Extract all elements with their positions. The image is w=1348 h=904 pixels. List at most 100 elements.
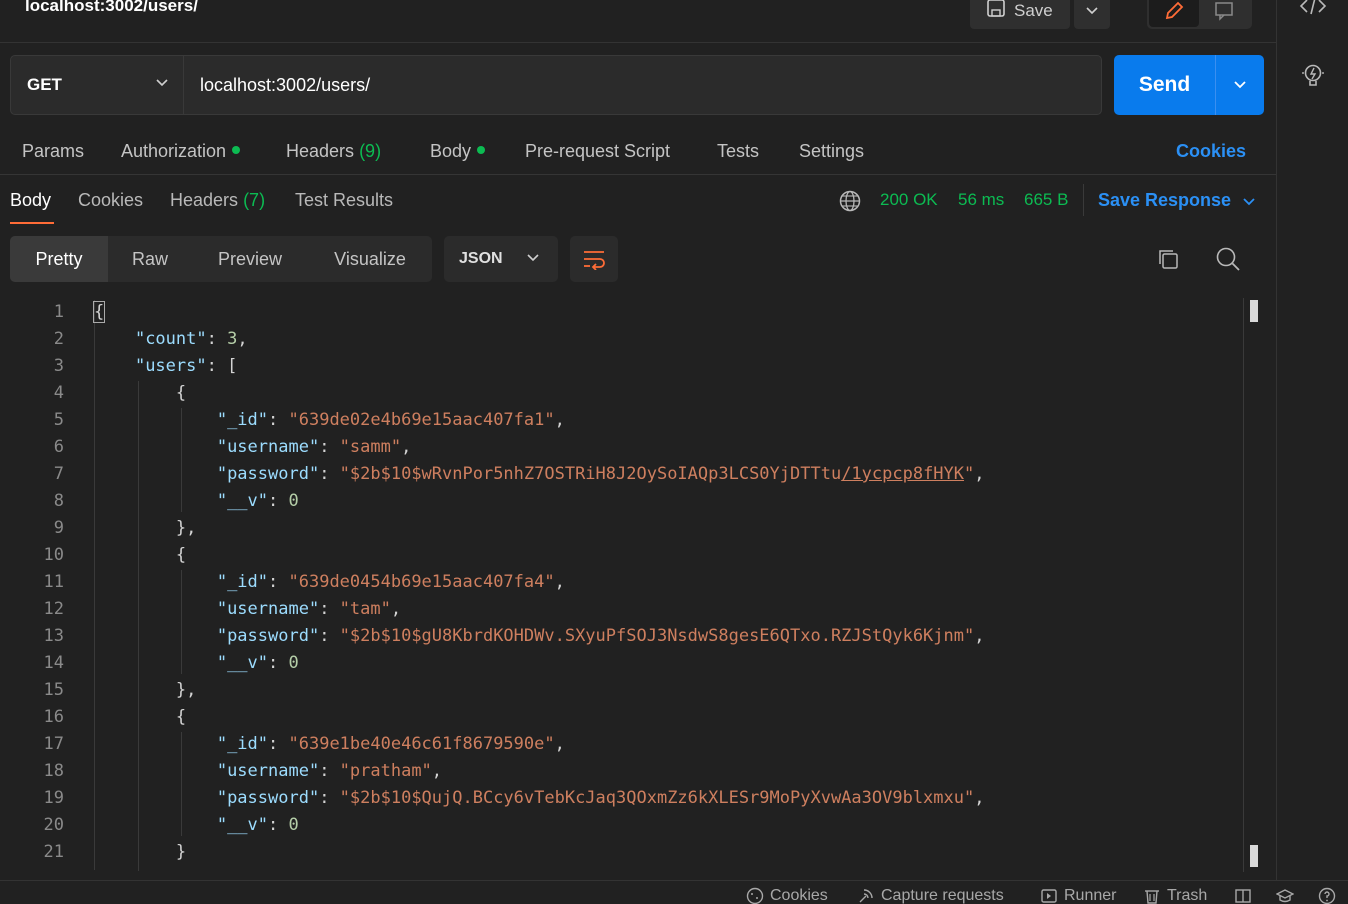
json-string: "samm" [339,437,402,457]
section-divider [0,174,1276,175]
json-number: 0 [288,815,299,835]
statusbar-trash-label: Trash [1167,887,1208,904]
chevron-down-icon[interactable] [1242,197,1256,207]
scrollbar-marker-top[interactable] [1250,300,1258,322]
code-line: 14 "__v": 0 [0,650,1240,677]
line-number: 20 [43,815,64,835]
json-key: "_id" [216,734,269,754]
active-tab-underline [10,222,54,224]
statusbar-capture[interactable]: Capture requests [857,887,1004,904]
tab-tests[interactable]: Tests [717,141,759,162]
learning-center-button[interactable] [1276,887,1294,904]
search-button[interactable] [1215,246,1241,272]
tab-response-cookies[interactable]: Cookies [78,190,143,211]
request-title[interactable]: localhost:3002/users/ [25,0,198,16]
tab-body[interactable]: Body [430,141,486,162]
statusbar-cookies[interactable]: Cookies [746,887,828,904]
json-string: "$2b$10$QujQ.BCcy6vTebKcJaq3QOxmZz6kXLES… [339,788,975,808]
cookies-link[interactable]: Cookies [1176,141,1246,162]
response-tabs: Body Cookies Headers (7) Test Results 20… [0,184,1276,224]
pencil-icon [1165,1,1184,19]
format-label: JSON [459,250,503,267]
save-button[interactable]: Save [970,0,1070,29]
code-text: "username": "tam", [216,599,402,619]
globe-icon[interactable] [838,189,862,218]
save-response-button[interactable]: Save Response [1098,190,1231,211]
code-text: "count": 3, [134,329,248,349]
line-number: 9 [53,518,64,538]
code-text: "username": "pratham", [216,761,443,781]
json-key: "_id" [216,410,269,430]
tab-settings[interactable]: Settings [799,141,864,162]
json-key: "users" [134,356,207,376]
send-options-button[interactable] [1215,55,1264,115]
view-raw[interactable]: Raw [108,236,192,282]
trash-icon [1145,890,1159,904]
json-string: "639de02e4b69e15aac407fa1" [288,410,555,430]
statusbar-runner-label: Runner [1064,887,1117,904]
format-select[interactable]: JSON [444,236,558,282]
json-string-link[interactable]: /1ycpcp8fHYK [841,464,964,484]
response-time[interactable]: 56 ms [958,190,1004,210]
tab-pre-request-script[interactable]: Pre-request Script [525,141,670,162]
code-text: "__v": 0 [216,491,299,511]
statusbar-trash[interactable]: Trash [1143,887,1207,904]
two-pane-view-button[interactable] [1234,887,1252,904]
scrollbar-marker-bottom[interactable] [1250,845,1258,867]
edit-button[interactable] [1149,0,1199,27]
json-string: "tam" [339,599,391,619]
view-visualize[interactable]: Visualize [308,236,432,282]
line-number: 1 [53,302,64,322]
json-number: 3 [227,329,238,349]
comment-button[interactable] [1199,0,1249,27]
method-select[interactable]: GET [10,55,184,115]
json-key: "_id" [216,572,269,592]
json-key: "count" [134,329,207,349]
wrap-lines-icon [584,251,605,270]
chevron-down-icon [156,79,168,87]
line-number: 16 [43,707,64,727]
response-body-editor[interactable]: 1{ 2 "count": 3, 3 "users": [ 4 { 5 "_id… [0,298,1262,872]
tab-params[interactable]: Params [22,141,84,162]
save-label: Save [1014,0,1053,20]
line-number: 13 [43,626,64,646]
editor-scrollbar-track[interactable] [1243,298,1244,872]
statusbar-runner[interactable]: Runner [1040,887,1116,904]
tab-headers[interactable]: Headers (9) [286,141,381,162]
json-number: 0 [288,653,299,673]
code-line: 20 "__v": 0 [0,812,1240,839]
wrap-lines-button[interactable] [570,236,618,282]
send-button[interactable]: Send [1114,55,1215,115]
line-number: 12 [43,599,64,619]
comment-icon [1215,1,1233,21]
line-number: 19 [43,788,64,808]
code-line: 15 }, [0,677,1240,704]
response-size[interactable]: 665 B [1024,190,1068,210]
code-text: "username": "samm", [216,437,412,457]
view-preview[interactable]: Preview [192,236,308,282]
postman-app: localhost:3002/users/ Save GET localhost… [0,0,1348,904]
status-code[interactable]: 200 OK [880,190,938,210]
code-text: { [94,545,187,565]
method-label: GET [27,75,62,94]
graduation-cap-icon [1276,889,1294,903]
line-number: 18 [43,761,64,781]
capture-icon [859,889,873,903]
tab-response-headers[interactable]: Headers (7) [170,190,265,211]
tab-test-results[interactable]: Test Results [295,190,393,211]
tab-response-body[interactable]: Body [10,190,51,211]
tab-authorization[interactable]: Authorization [121,141,241,162]
insights-button[interactable] [1299,62,1327,90]
copy-button[interactable] [1155,246,1181,272]
headers-count: (9) [359,141,382,161]
code-snippet-button[interactable] [1299,0,1327,20]
save-options-button[interactable] [1074,0,1110,29]
divider [1083,184,1084,216]
edit-mode-toggle [1147,0,1252,29]
view-pretty[interactable]: Pretty [10,236,108,282]
code-line: 11 "_id": "639de0454b69e15aac407fa4", [0,569,1240,596]
json-key: "__v" [216,491,269,511]
url-input[interactable]: localhost:3002/users/ [183,55,1102,115]
help-button[interactable] [1318,887,1336,904]
json-key: "username" [216,761,320,781]
